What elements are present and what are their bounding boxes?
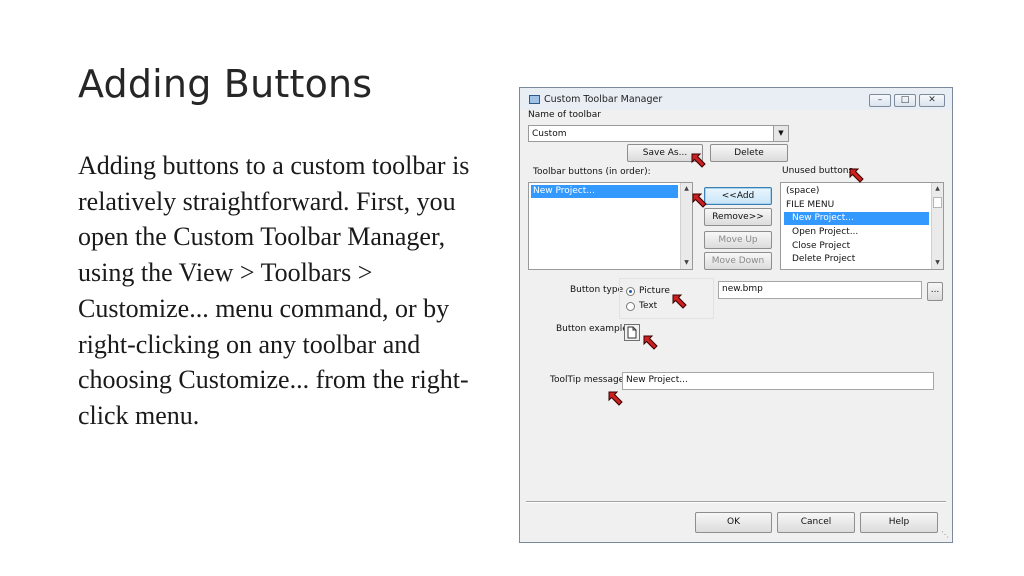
callout-arrow-icon xyxy=(608,391,623,406)
dropdown-arrow-icon[interactable]: ▼ xyxy=(773,126,788,141)
unused-buttons-list[interactable]: (space) FILE MENU New Project... Open Pr… xyxy=(780,182,944,270)
toolbar-buttons-label: Toolbar buttons (in order): xyxy=(533,167,651,177)
scroll-down-icon[interactable]: ▼ xyxy=(932,257,943,269)
move-down-button[interactable]: Move Down xyxy=(704,252,772,270)
scroll-thumb[interactable] xyxy=(933,197,942,208)
callout-arrow-icon xyxy=(692,193,707,208)
list-item[interactable]: (space) xyxy=(784,185,929,198)
picture-radio[interactable] xyxy=(626,287,635,296)
scroll-down-icon[interactable]: ▼ xyxy=(681,257,692,269)
button-example-preview xyxy=(624,324,640,341)
minimize-icon[interactable]: – xyxy=(869,94,891,107)
help-button[interactable]: Help xyxy=(860,512,938,533)
callout-arrow-icon xyxy=(849,168,864,183)
close-icon[interactable]: ✕ xyxy=(919,94,945,107)
callout-arrow-icon xyxy=(672,294,687,309)
cancel-button[interactable]: Cancel xyxy=(777,512,855,533)
document-icon xyxy=(627,326,637,339)
button-type-group xyxy=(619,278,714,319)
browse-button[interactable]: ... xyxy=(927,282,943,301)
button-example-label: Button example xyxy=(556,324,628,334)
dialog-titlebar[interactable]: Custom Toolbar Manager – □ ✕ xyxy=(520,88,952,110)
slide-title: Adding Buttons xyxy=(78,62,373,106)
list-item[interactable]: New Project... xyxy=(531,185,678,198)
tooltip-message-label: ToolTip message: xyxy=(550,375,628,385)
unused-buttons-scrollbar[interactable]: ▲ ▼ xyxy=(931,183,943,269)
callout-arrow-icon xyxy=(691,153,706,168)
toolbar-buttons-scrollbar[interactable]: ▲ ▼ xyxy=(680,183,692,269)
tooltip-message-field[interactable]: New Project... xyxy=(622,372,934,390)
dialog-title: Custom Toolbar Manager xyxy=(544,94,663,105)
maximize-icon[interactable]: □ xyxy=(894,94,916,107)
scroll-up-icon[interactable]: ▲ xyxy=(681,183,692,195)
resize-grip-icon[interactable]: ⋱ xyxy=(941,530,949,539)
toolbar-name-value: Custom xyxy=(532,129,567,139)
custom-toolbar-manager-dialog: Custom Toolbar Manager – □ ✕ Name of too… xyxy=(519,87,953,543)
list-item[interactable]: Open Project... xyxy=(784,226,929,239)
move-up-button[interactable]: Move Up xyxy=(704,231,772,249)
picture-radio-label[interactable]: Picture xyxy=(639,286,670,296)
remove-button[interactable]: Remove>> xyxy=(704,208,772,226)
ok-button[interactable]: OK xyxy=(695,512,772,533)
toolbar-buttons-list[interactable]: New Project... ▲ ▼ xyxy=(528,182,693,270)
button-type-label: Button type xyxy=(570,285,624,295)
image-file-field[interactable]: new.bmp xyxy=(718,281,922,299)
text-radio[interactable] xyxy=(626,302,635,311)
footer-divider xyxy=(526,501,946,503)
list-item[interactable]: Delete Project xyxy=(784,253,929,266)
unused-buttons-label: Unused buttons: xyxy=(782,166,857,176)
list-item-selected[interactable]: New Project... xyxy=(784,212,929,225)
add-button[interactable]: <<Add xyxy=(704,187,772,205)
callout-arrow-icon xyxy=(643,335,658,350)
toolbar-name-combobox[interactable]: Custom ▼ xyxy=(528,125,789,142)
toolbar-manager-icon xyxy=(529,95,540,104)
scroll-up-icon[interactable]: ▲ xyxy=(932,183,943,195)
text-radio-label[interactable]: Text xyxy=(639,301,657,311)
list-item[interactable]: FILE MENU xyxy=(784,199,929,212)
delete-button[interactable]: Delete xyxy=(710,144,788,162)
slide-body-text: Adding buttons to a custom toolbar is re… xyxy=(78,151,470,430)
name-of-toolbar-label: Name of toolbar xyxy=(528,110,601,120)
list-item[interactable]: Close Project xyxy=(784,240,929,253)
